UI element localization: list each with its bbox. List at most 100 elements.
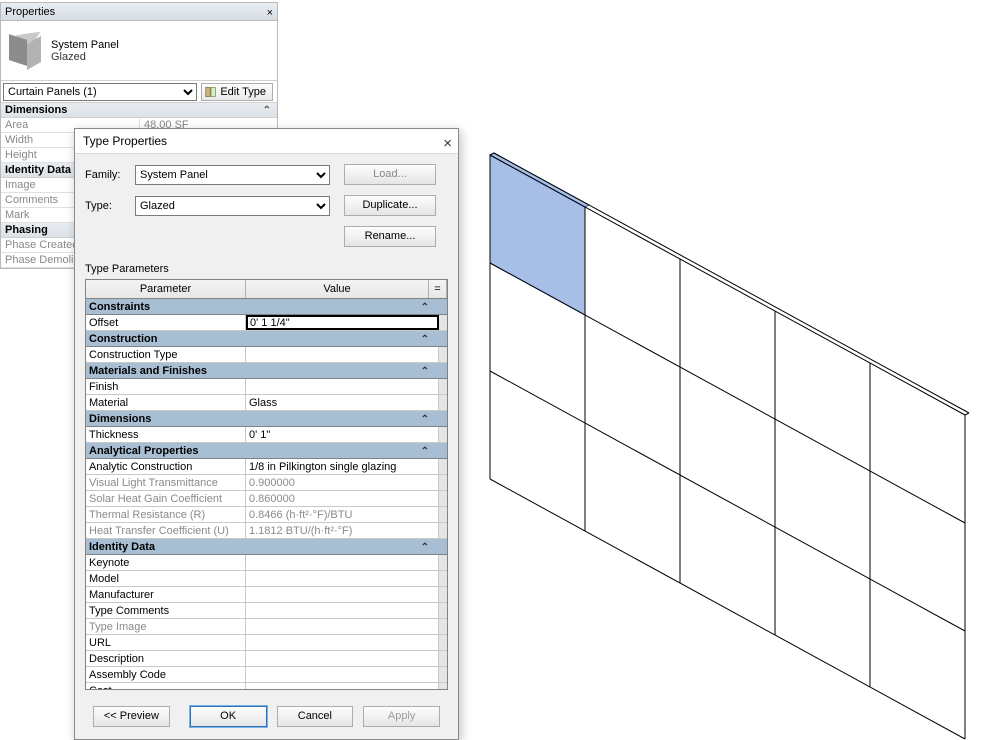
parameter-eq-cell[interactable] [439, 379, 447, 394]
parameter-row[interactable]: Thickness0' 1" [86, 427, 447, 443]
parameter-category-header[interactable]: Dimensions⌃ [86, 411, 447, 427]
parameter-category-header[interactable]: Materials and Finishes⌃ [86, 363, 447, 379]
parameter-row[interactable]: Assembly Code [86, 667, 447, 683]
type-parameters-label: Type Parameters [85, 263, 448, 275]
parameter-eq-cell[interactable] [439, 507, 447, 522]
parameter-name: URL [86, 635, 246, 650]
parameter-eq-cell[interactable] [439, 667, 447, 682]
parameter-row[interactable]: Construction Type [86, 347, 447, 363]
cancel-button[interactable]: Cancel [277, 706, 354, 727]
parameter-name: Heat Transfer Coefficient (U) [86, 523, 246, 538]
parameter-row[interactable]: Analytic Construction1/8 in Pilkington s… [86, 459, 447, 475]
parameter-category-header[interactable]: Analytical Properties⌃ [86, 443, 447, 459]
edit-type-button[interactable]: Edit Type [201, 83, 273, 101]
parameter-row[interactable]: Type Image [86, 619, 447, 635]
parameter-value[interactable]: Glass [246, 395, 439, 410]
parameter-value[interactable]: 0' 1 1/4" [246, 315, 439, 330]
duplicate-button[interactable]: Duplicate... [344, 195, 436, 216]
parameter-eq-cell[interactable] [439, 491, 447, 506]
family-label: Family: [85, 169, 135, 181]
instance-filter-select[interactable]: Curtain Panels (1) [3, 83, 197, 101]
parameter-value[interactable] [246, 667, 439, 682]
parameter-value[interactable]: 1/8 in Pilkington single glazing [246, 459, 439, 474]
parameter-value[interactable]: 0.900000 [246, 475, 439, 490]
parameter-eq-cell[interactable] [439, 683, 447, 689]
parameter-row[interactable]: Finish [86, 379, 447, 395]
parameter-row[interactable]: URL [86, 635, 447, 651]
parameter-value[interactable] [246, 683, 439, 689]
chevron-up-icon: ⌃ [421, 540, 429, 556]
parameter-eq-cell[interactable] [439, 475, 447, 490]
parameter-value[interactable] [246, 379, 439, 394]
parameter-row[interactable]: Keynote [86, 555, 447, 571]
ok-button[interactable]: OK [190, 706, 267, 727]
parameter-value[interactable]: 0' 1" [246, 427, 439, 442]
parameter-row[interactable]: Description [86, 651, 447, 667]
parameter-value[interactable] [246, 603, 439, 618]
parameter-row[interactable]: Visual Light Transmittance0.900000 [86, 475, 447, 491]
parameter-category-header[interactable]: Constraints⌃ [86, 299, 447, 315]
column-header-parameter[interactable]: Parameter [86, 280, 246, 298]
parameter-eq-cell[interactable] [439, 347, 447, 362]
parameter-value[interactable] [246, 619, 439, 634]
parameter-name: Material [86, 395, 246, 410]
close-icon[interactable]: × [443, 131, 452, 156]
properties-title-bar[interactable]: Properties × [1, 3, 277, 21]
chevron-up-icon: ⌃ [421, 364, 429, 380]
family-select[interactable]: System Panel [135, 165, 330, 185]
type-properties-dialog: Type Properties × Family: System Panel L… [74, 128, 459, 740]
type-thumbnail-icon [5, 31, 45, 71]
parameter-name: Manufacturer [86, 587, 246, 602]
parameter-row[interactable]: Cost [86, 683, 447, 689]
parameter-value[interactable] [246, 587, 439, 602]
apply-button[interactable]: Apply [363, 706, 440, 727]
parameter-value[interactable]: 1.1812 BTU/(h·ft²·°F) [246, 523, 439, 538]
parameter-row[interactable]: Manufacturer [86, 587, 447, 603]
type-selector[interactable]: System Panel Glazed [1, 21, 277, 81]
parameter-eq-cell[interactable] [439, 619, 447, 634]
parameter-eq-cell[interactable] [439, 523, 447, 538]
parameter-eq-cell[interactable] [439, 315, 447, 330]
parameter-value[interactable] [246, 651, 439, 666]
column-header-eq[interactable]: = [429, 280, 447, 298]
parameter-eq-cell[interactable] [439, 571, 447, 586]
parameter-category-header[interactable]: Construction⌃ [86, 331, 447, 347]
parameter-eq-cell[interactable] [439, 603, 447, 618]
parameter-name: Construction Type [86, 347, 246, 362]
parameter-eq-cell[interactable] [439, 555, 447, 570]
parameter-row[interactable]: Type Comments [86, 603, 447, 619]
parameter-name: Model [86, 571, 246, 586]
parameter-name: Assembly Code [86, 667, 246, 682]
property-group-header[interactable]: Dimensions⌃ [1, 103, 277, 118]
parameter-value[interactable] [246, 635, 439, 650]
close-icon[interactable]: × [267, 4, 273, 22]
preview-button[interactable]: << Preview [93, 706, 170, 727]
parameter-eq-cell[interactable] [439, 427, 447, 442]
type-select[interactable]: Glazed [135, 196, 330, 216]
rename-button[interactable]: Rename... [344, 226, 436, 247]
parameter-name: Thermal Resistance (R) [86, 507, 246, 522]
load-button[interactable]: Load... [344, 164, 436, 185]
chevron-up-icon: ⌃ [421, 332, 429, 348]
parameter-row[interactable]: Offset0' 1 1/4" [86, 315, 447, 331]
parameter-eq-cell[interactable] [439, 587, 447, 602]
parameter-value[interactable] [246, 571, 439, 586]
dialog-title-bar[interactable]: Type Properties × [75, 129, 458, 154]
column-header-value[interactable]: Value [246, 280, 429, 298]
parameter-eq-cell[interactable] [439, 395, 447, 410]
parameter-value[interactable]: 0.860000 [246, 491, 439, 506]
parameter-row[interactable]: Heat Transfer Coefficient (U)1.1812 BTU/… [86, 523, 447, 539]
parameter-name: Type Comments [86, 603, 246, 618]
parameter-eq-cell[interactable] [439, 459, 447, 474]
parameter-value[interactable]: 0.8466 (h·ft²·°F)/BTU [246, 507, 439, 522]
parameter-row[interactable]: MaterialGlass [86, 395, 447, 411]
parameter-category-header[interactable]: Identity Data⌃ [86, 539, 447, 555]
parameter-name: Analytic Construction [86, 459, 246, 474]
parameter-value[interactable] [246, 555, 439, 570]
parameter-eq-cell[interactable] [439, 651, 447, 666]
parameter-row[interactable]: Model [86, 571, 447, 587]
parameter-row[interactable]: Thermal Resistance (R)0.8466 (h·ft²·°F)/… [86, 507, 447, 523]
parameter-row[interactable]: Solar Heat Gain Coefficient0.860000 [86, 491, 447, 507]
parameter-value[interactable] [246, 347, 439, 362]
parameter-eq-cell[interactable] [439, 635, 447, 650]
